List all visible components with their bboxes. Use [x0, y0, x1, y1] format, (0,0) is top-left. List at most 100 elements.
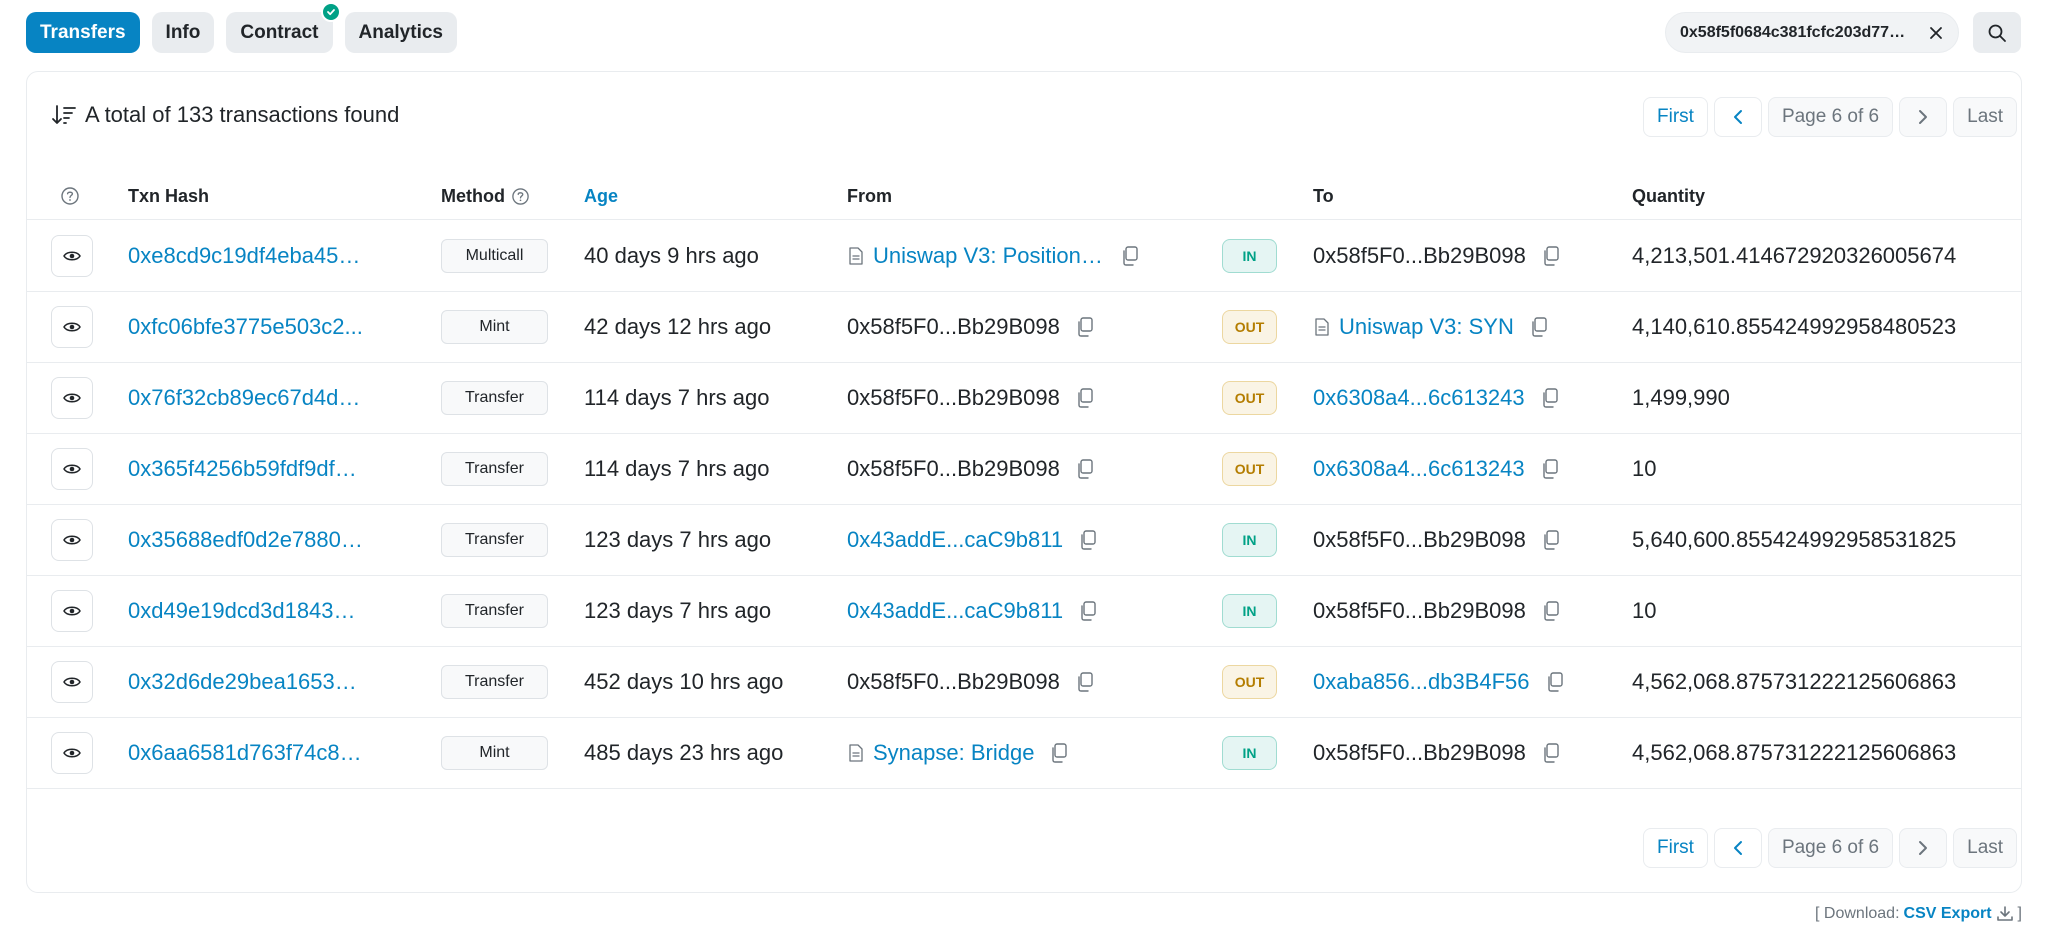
txn-hash-link[interactable]: 0x6aa6581d763f74c87...	[128, 718, 363, 788]
copy-icon[interactable]	[1074, 387, 1096, 409]
txn-hash-link[interactable]: 0x365f4256b59fdf9df7...	[128, 434, 363, 504]
search-button[interactable]	[1973, 12, 2021, 53]
to-address-text[interactable]: 0xaba856...db3B4F56	[1313, 669, 1530, 695]
txn-hash-cell: 0x32d6de29bea16530...	[128, 647, 363, 717]
view-details-cell	[51, 647, 93, 717]
prev-page-button[interactable]	[1713, 828, 1762, 868]
age-cell: 123 days 7 hrs ago	[584, 598, 772, 623]
copy-icon[interactable]	[1048, 742, 1070, 764]
copy-icon[interactable]	[1540, 529, 1562, 551]
copy-icon[interactable]	[1074, 316, 1096, 338]
quantity-cell: 1,499,990	[1632, 385, 1730, 410]
txn-hash-cell: 0x6aa6581d763f74c87...	[128, 718, 363, 788]
chevron-right-icon	[1919, 841, 1928, 855]
tab-info[interactable]: Info	[151, 12, 215, 53]
copy-icon[interactable]	[1528, 316, 1550, 338]
sort-icon	[52, 105, 76, 124]
table-row: 0xfc06bfe3775e503c2... Mint 42 days 12 h…	[27, 292, 2021, 363]
to-address: 0xaba856...db3B4F56	[1313, 647, 1566, 717]
txn-hash-cell: 0x365f4256b59fdf9df7...	[128, 434, 363, 504]
tab-transfers[interactable]: Transfers	[26, 12, 140, 53]
pagination-bottom: First Page 6 of 6 Last	[1643, 828, 2018, 868]
txn-hash-link[interactable]: 0xe8cd9c19df4eba452...	[128, 221, 363, 291]
eye-icon[interactable]	[51, 377, 93, 419]
table-row: 0xe8cd9c19df4eba452... Multicall 40 days…	[27, 221, 2021, 292]
column-quantity: Quantity	[1632, 185, 1706, 206]
method-cell: Mint	[441, 718, 548, 788]
copy-icon[interactable]	[1074, 458, 1096, 480]
to-address-text[interactable]: Uniswap V3: SYN	[1339, 314, 1514, 340]
table-header: Txn Hash Method Age From To Quantity	[27, 172, 2021, 220]
from-address-text: 0x58f5F0...Bb29B098	[847, 385, 1060, 410]
txn-hash-link[interactable]: 0xd49e19dcd3d1843e...	[128, 576, 363, 646]
to-address-text[interactable]: 0x6308a4...6c613243	[1313, 456, 1525, 482]
copy-icon[interactable]	[1077, 529, 1099, 551]
copy-icon[interactable]	[1540, 600, 1562, 622]
view-details-cell	[51, 292, 93, 362]
eye-icon[interactable]	[51, 235, 93, 277]
next-page-button[interactable]	[1899, 97, 1948, 137]
copy-icon[interactable]	[1539, 387, 1561, 409]
direction-cell: OUT	[1222, 647, 1277, 717]
txn-hash-link[interactable]: 0x35688edf0d2e78809...	[128, 505, 363, 575]
download-icon[interactable]	[1996, 906, 2014, 922]
eye-icon[interactable]	[51, 519, 93, 561]
eye-icon[interactable]	[51, 661, 93, 703]
copy-icon[interactable]	[1540, 245, 1562, 267]
from-address-text[interactable]: Synapse: Bridge	[873, 740, 1034, 766]
txn-hash-link[interactable]: 0x32d6de29bea16530...	[128, 647, 363, 717]
txn-hash-link[interactable]: 0xfc06bfe3775e503c2...	[128, 292, 363, 362]
copy-icon[interactable]	[1539, 458, 1561, 480]
eye-icon[interactable]	[51, 448, 93, 490]
column-from: From	[847, 185, 892, 206]
method-badge: Mint	[441, 310, 548, 344]
age-cell: 42 days 12 hrs ago	[584, 314, 772, 339]
download-suffix: ]	[2017, 905, 2022, 922]
method-cell: Multicall	[441, 221, 548, 291]
from-address-text[interactable]: Uniswap V3: Positions ...	[873, 243, 1105, 269]
tab-label: Analytics	[358, 21, 443, 43]
copy-icon[interactable]	[1119, 245, 1141, 267]
copy-icon[interactable]	[1544, 671, 1566, 693]
copy-icon[interactable]	[1077, 600, 1099, 622]
from-address: 0x58f5F0...Bb29B098	[847, 292, 1096, 362]
method-badge: Multicall	[441, 239, 548, 273]
question-circle-icon[interactable]	[511, 187, 530, 206]
age-cell: 123 days 7 hrs ago	[584, 527, 772, 552]
from-address-text[interactable]: 0x43addE...caC9b811	[847, 527, 1063, 553]
close-icon[interactable]	[1926, 23, 1946, 43]
last-page-button[interactable]: Last	[1953, 97, 2018, 137]
to-address-text[interactable]: 0x6308a4...6c613243	[1313, 385, 1525, 411]
last-page-button[interactable]: Last	[1953, 828, 2018, 868]
method-badge: Transfer	[441, 523, 548, 557]
from-address: 0x43addE...caC9b811	[847, 576, 1099, 646]
prev-page-button[interactable]	[1713, 97, 1762, 137]
first-page-button[interactable]: First	[1643, 828, 1708, 868]
copy-icon[interactable]	[1074, 671, 1096, 693]
tab-contract[interactable]: Contract	[226, 2, 341, 53]
address-filter-pill[interactable]: 0x58f5f0684c381fcfc203d77b...	[1665, 12, 1959, 53]
direction-cell: OUT	[1222, 363, 1277, 433]
copy-icon[interactable]	[1540, 742, 1562, 764]
to-address: 0x58f5F0...Bb29B098	[1313, 505, 1562, 575]
txn-hash-cell: 0x35688edf0d2e78809...	[128, 505, 363, 575]
column-txn-hash: Txn Hash	[128, 185, 210, 206]
next-page-button[interactable]	[1899, 828, 1948, 868]
txn-hash-link[interactable]: 0x76f32cb89ec67d4d1...	[128, 363, 363, 433]
quantity-cell: 4,562,068.875731222125606863	[1632, 740, 1957, 765]
first-page-button[interactable]: First	[1643, 97, 1708, 137]
direction-badge: IN	[1222, 523, 1277, 557]
column-age[interactable]: Age	[584, 172, 618, 220]
details-column-help[interactable]	[60, 172, 80, 220]
method-cell: Transfer	[441, 434, 548, 504]
from-address-text: 0x58f5F0...Bb29B098	[847, 669, 1060, 694]
view-details-cell	[51, 434, 93, 504]
from-address-text[interactable]: 0x43addE...caC9b811	[847, 598, 1063, 624]
from-address: 0x43addE...caC9b811	[847, 505, 1099, 575]
eye-icon[interactable]	[51, 590, 93, 632]
eye-icon[interactable]	[51, 732, 93, 774]
csv-export-link[interactable]: CSV Export	[1904, 905, 1992, 923]
quantity-cell: 10	[1632, 456, 1657, 481]
eye-icon[interactable]	[51, 306, 93, 348]
tab-analytics[interactable]: Analytics	[344, 12, 457, 53]
